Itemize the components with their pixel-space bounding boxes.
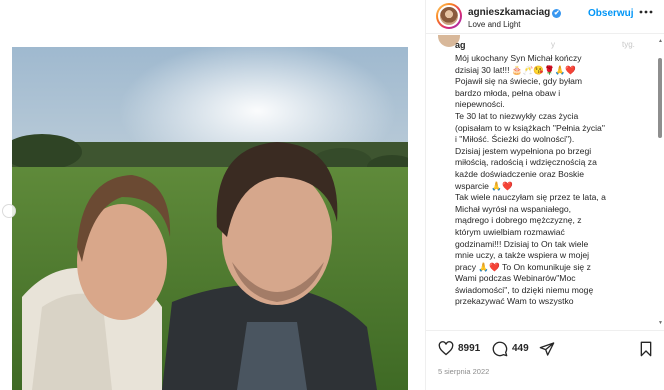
carousel-prev-button[interactable]	[2, 204, 16, 218]
caption-container: ag y tyg. Mój ukochany Syn Michał kończy…	[426, 35, 654, 330]
header-subtitle: Love and Light	[468, 20, 521, 29]
scroll-up-icon[interactable]: ▲	[658, 38, 663, 44]
comment-icon[interactable]	[492, 341, 508, 357]
verified-badge-icon: ✔	[552, 9, 562, 18]
profile-avatar[interactable]	[436, 3, 462, 29]
scroll-thumb[interactable]	[658, 58, 662, 138]
post-date: 5 sierpnia 2022	[438, 367, 490, 376]
caption-timestamp: tyg.	[622, 40, 635, 49]
bookmark-icon[interactable]	[639, 341, 653, 357]
heart-icon[interactable]	[438, 341, 454, 356]
header-username[interactable]: agnieszkamaciag ✔	[468, 7, 562, 18]
post-details-panel: agnieszkamaciag ✔ Love and Light Obserwuj…	[425, 0, 664, 390]
caption-faded-text: y	[551, 40, 555, 49]
likes-count[interactable]: 8991	[458, 343, 480, 354]
follow-button[interactable]: Obserwuj	[588, 8, 634, 19]
post-photo[interactable]	[12, 47, 408, 390]
comments-count[interactable]: 449	[512, 343, 529, 354]
caption-username[interactable]: ag	[455, 40, 466, 50]
scroll-down-icon[interactable]: ▼	[658, 320, 663, 326]
caption-scrollbar[interactable]: ▲ ▼	[657, 38, 663, 330]
more-dots-icon[interactable]	[639, 5, 653, 22]
post-actions-bar: 8991 449 5 sierpnia 2022	[426, 330, 664, 390]
caption-text: Mój ukochany Syn Michał kończy dzisiaj 3…	[455, 53, 606, 307]
post-header: agnieszkamaciag ✔ Love and Light Obserwuj	[426, 0, 664, 34]
share-icon[interactable]	[539, 341, 555, 357]
